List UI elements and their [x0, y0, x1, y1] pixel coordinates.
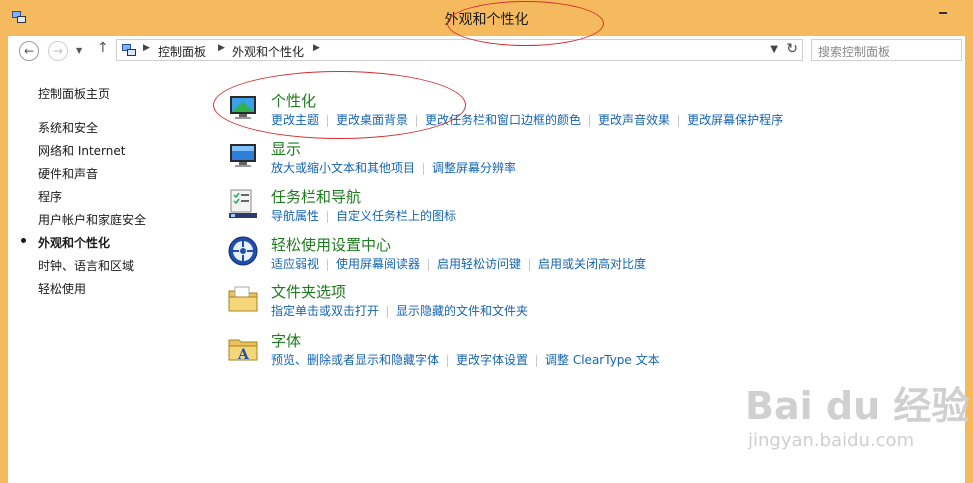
- sidebar-item-programs[interactable]: 程序: [38, 188, 62, 205]
- active-bullet-icon: [21, 238, 26, 243]
- sidebar-item-hardware[interactable]: 硬件和声音: [38, 165, 98, 182]
- link-preview-delete-fonts[interactable]: 预览、删除或者显示和隐藏字体: [271, 353, 439, 367]
- link-change-sound-effects[interactable]: 更改声音效果: [598, 113, 670, 127]
- link-customize-taskbar-icons[interactable]: 自定义任务栏上的图标: [336, 209, 456, 223]
- category-title-taskbar[interactable]: 任务栏和导航: [271, 186, 361, 207]
- link-separator: [447, 354, 449, 367]
- link-zoom-text[interactable]: 放大或缩小文本和其他项目: [271, 161, 415, 175]
- sidebar-home-link[interactable]: 控制面板主页: [38, 85, 110, 102]
- link-show-hidden-files[interactable]: 显示隐藏的文件和文件夹: [396, 304, 528, 318]
- category-links-display: 放大或缩小文本和其他项目 调整屏幕分辨率: [271, 159, 516, 176]
- category-links-ease-of-access: 适应弱视 使用屏幕阅读器 启用轻松访问键 启用或关闭高对比度: [271, 255, 646, 272]
- control-panel-icon: [122, 44, 136, 56]
- sidebar-item-user-accounts[interactable]: 用户帐户和家庭安全: [38, 211, 146, 228]
- category-links-taskbar: 导航属性 自定义任务栏上的图标: [271, 207, 456, 224]
- link-separator: [423, 162, 425, 175]
- category-title-fonts[interactable]: 字体: [271, 330, 301, 351]
- breadcrumb-separator-icon[interactable]: ▶: [313, 43, 320, 53]
- link-high-contrast[interactable]: 启用或关闭高对比度: [538, 257, 646, 271]
- category-links-folder-options: 指定单击或双击打开 显示隐藏的文件和文件夹: [271, 302, 528, 319]
- ease-of-access-icon[interactable]: [227, 235, 259, 267]
- link-separator: [536, 354, 538, 367]
- link-separator: [529, 258, 531, 271]
- sidebar-item-system-security[interactable]: 系统和安全: [38, 119, 98, 136]
- sidebar-item-network[interactable]: 网络和 Internet: [38, 142, 125, 159]
- link-separator: [678, 114, 680, 127]
- sidebar-item-appearance[interactable]: 外观和个性化: [38, 234, 110, 251]
- search-input[interactable]: 搜索控制面板: [811, 39, 962, 61]
- address-bar[interactable]: ▶ 控制面板 ▶ 外观和个性化 ▶ ▼ ↻: [116, 39, 803, 61]
- annotation-ellipse-personalization: [213, 71, 466, 139]
- recent-locations-chevron-icon[interactable]: ▼: [76, 46, 82, 55]
- refresh-icon[interactable]: ↻: [786, 41, 798, 57]
- address-dropdown-icon[interactable]: ▼: [770, 44, 778, 55]
- link-low-vision[interactable]: 适应弱视: [271, 257, 319, 271]
- category-links-fonts: 预览、删除或者显示和隐藏字体 更改字体设置 调整 ClearType 文本: [271, 351, 660, 368]
- breadcrumb-separator-icon[interactable]: ▶: [218, 43, 225, 53]
- annotation-ellipse-title: [447, 1, 604, 46]
- link-separator: [428, 258, 430, 271]
- forward-arrow-icon[interactable]: →: [48, 41, 68, 61]
- baidu-watermark: Bai du 经验: [745, 384, 970, 428]
- link-adjust-resolution[interactable]: 调整屏幕分辨率: [432, 161, 516, 175]
- link-change-font-settings[interactable]: 更改字体设置: [456, 353, 528, 367]
- link-navigation-properties[interactable]: 导航属性: [271, 209, 319, 223]
- link-screen-reader[interactable]: 使用屏幕阅读器: [336, 257, 420, 271]
- link-separator: [327, 210, 329, 223]
- breadcrumb-control-panel[interactable]: 控制面板: [158, 43, 206, 60]
- window-frame-left: [0, 36, 8, 483]
- taskbar-icon[interactable]: [227, 188, 259, 220]
- baidu-watermark-url: jingyan.baidu.com: [748, 430, 915, 451]
- sidebar-item-clock-language[interactable]: 时钟、语言和区域: [38, 257, 134, 274]
- link-separator: [387, 305, 389, 318]
- category-title-folder-options[interactable]: 文件夹选项: [271, 281, 346, 302]
- sidebar-item-ease-of-access[interactable]: 轻松使用: [38, 280, 86, 297]
- back-arrow-icon[interactable]: ←: [19, 41, 39, 61]
- folder-options-icon[interactable]: [227, 283, 259, 315]
- link-separator: [589, 114, 591, 127]
- up-arrow-icon[interactable]: ↑: [97, 40, 109, 56]
- display-icon[interactable]: [227, 140, 259, 172]
- link-adjust-cleartype[interactable]: 调整 ClearType 文本: [545, 353, 660, 367]
- link-access-keys[interactable]: 启用轻松访问键: [437, 257, 521, 271]
- link-separator: [327, 258, 329, 271]
- fonts-icon[interactable]: A: [227, 332, 259, 364]
- category-title-display[interactable]: 显示: [271, 138, 301, 159]
- breadcrumb-appearance[interactable]: 外观和个性化: [232, 43, 304, 60]
- minimize-button[interactable]: [939, 12, 947, 14]
- category-title-ease-of-access[interactable]: 轻松使用设置中心: [271, 234, 391, 255]
- svg-text:A: A: [237, 347, 250, 363]
- link-single-double-click[interactable]: 指定单击或双击打开: [271, 304, 379, 318]
- link-change-screensaver[interactable]: 更改屏幕保护程序: [687, 113, 783, 127]
- breadcrumb-separator-icon[interactable]: ▶: [143, 43, 150, 53]
